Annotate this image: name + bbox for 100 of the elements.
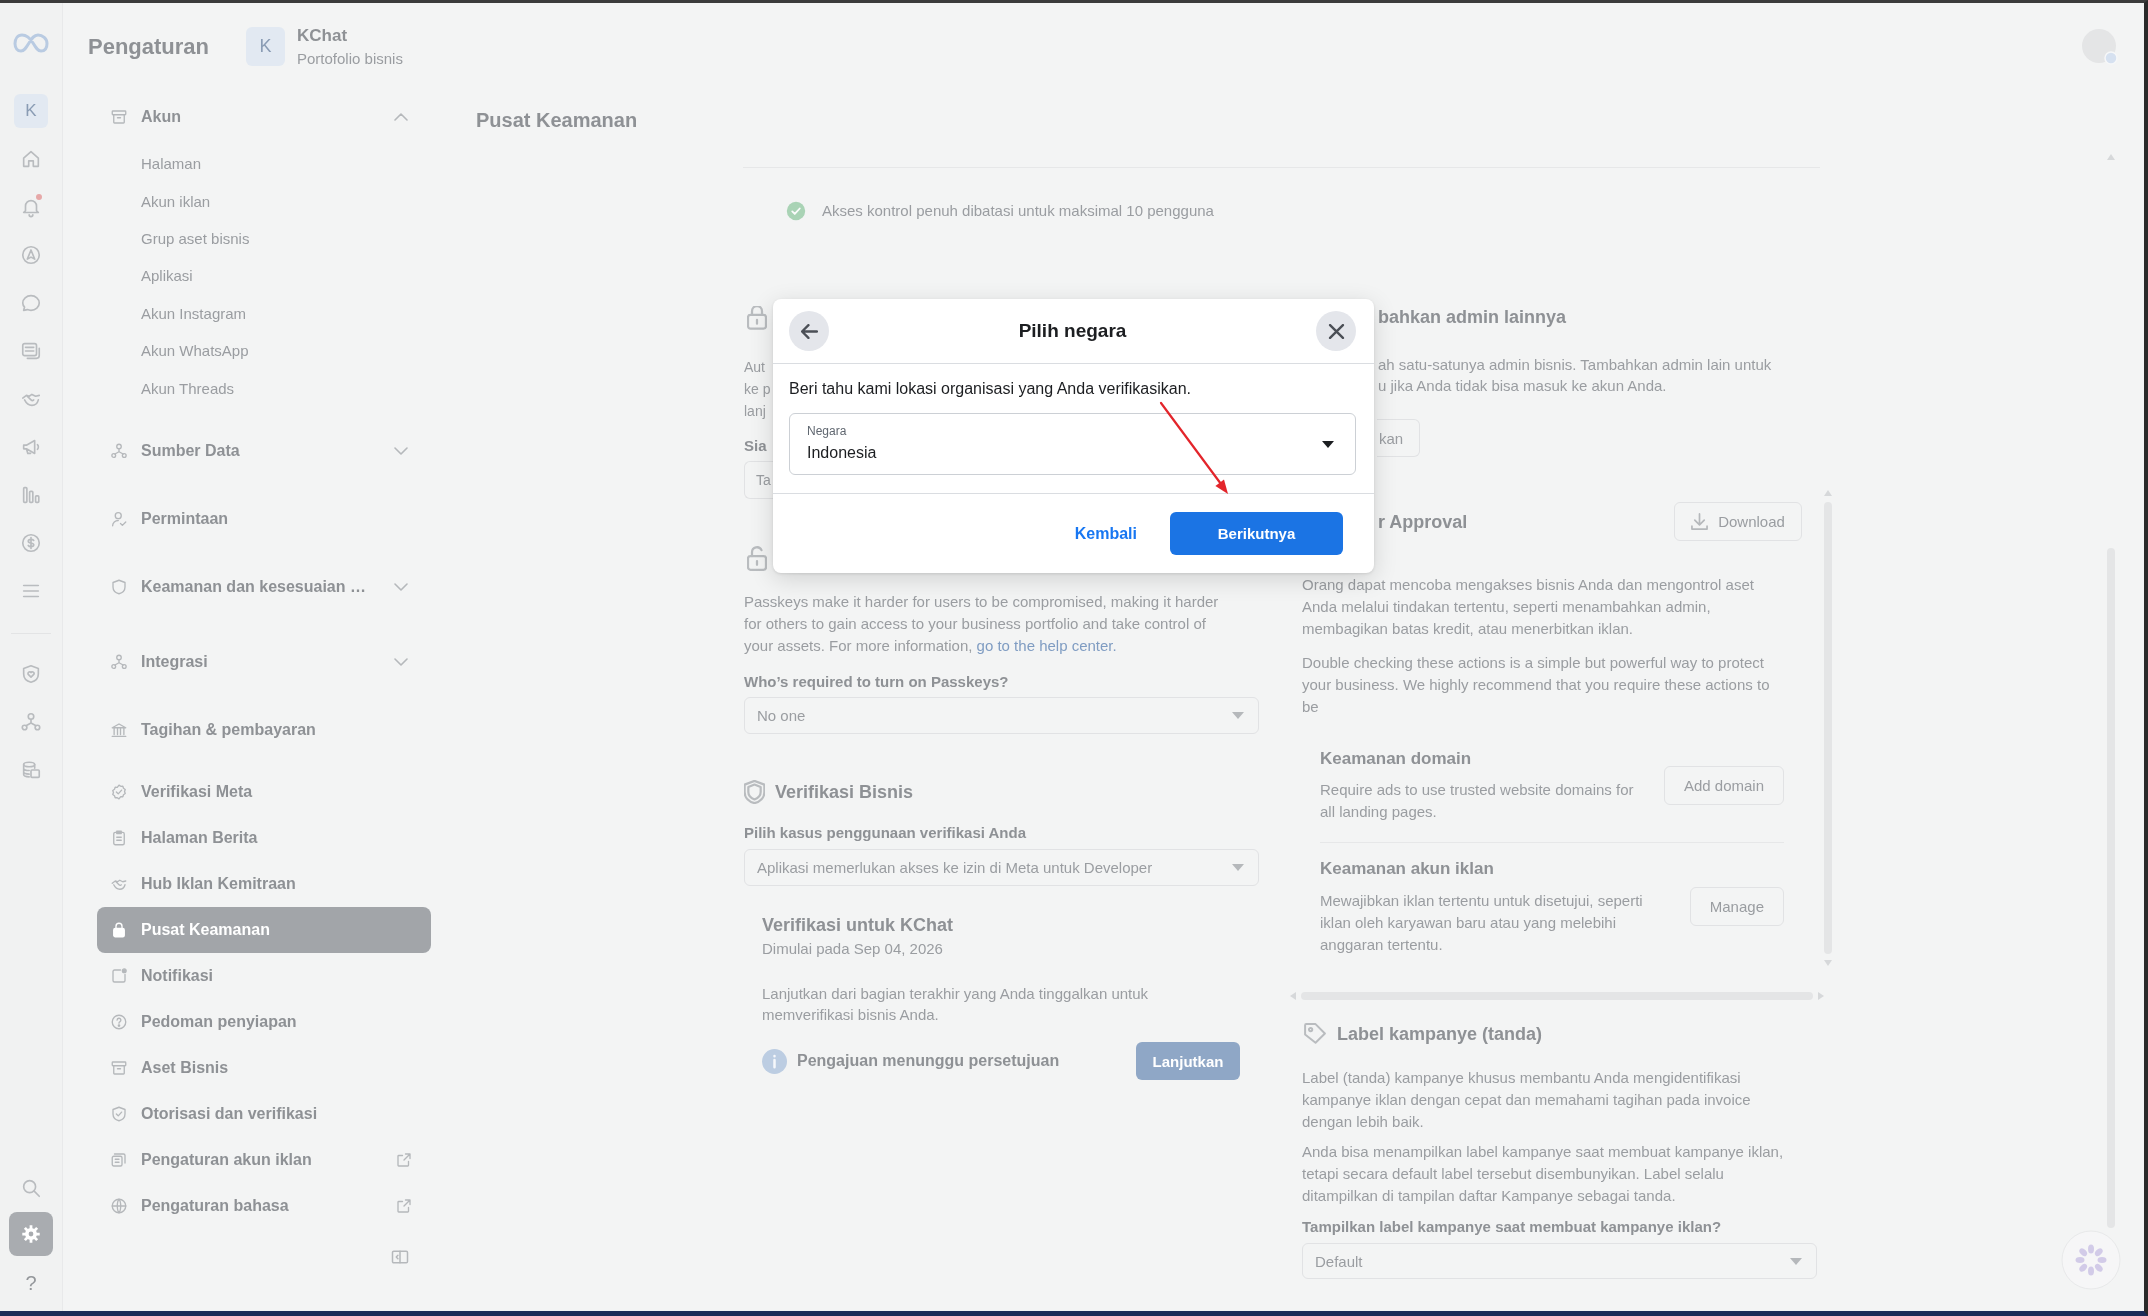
sidebar-item[interactable]: Permintaan bbox=[97, 495, 431, 542]
sidebar-item[interactable]: Aset Bisnis bbox=[97, 1044, 431, 1091]
field-label: Who’s required to turn on Passkeys? bbox=[744, 672, 1009, 692]
sidebar-item[interactable]: Sumber Data bbox=[97, 427, 431, 474]
outline-button[interactable]: Manage bbox=[1689, 887, 1784, 926]
scroll-right-arrow-icon[interactable] bbox=[1818, 992, 1824, 1000]
page-title: Pusat Keamanan bbox=[476, 108, 638, 133]
archive-icon bbox=[110, 1058, 128, 1077]
paragraph: Anda bisa menampilkan label kampanye saat membuat kampanye iklan, tetapi secara default label tersebut disembunyikan. Label selalu ditampilkan di tampilan daftar Kampanye sebagai tanda. bbox=[1302, 1142, 1784, 1206]
scroll-up-arrow-icon[interactable] bbox=[2107, 154, 2115, 160]
compass-icon[interactable] bbox=[20, 244, 42, 266]
country-select[interactable]: Negara Indonesia bbox=[789, 413, 1356, 475]
section-heading: bahkan admin lainnya bbox=[1378, 306, 1567, 329]
sidebar-item[interactable]: Akun bbox=[97, 94, 431, 140]
sidebar-item[interactable]: Pengaturan bahasa bbox=[97, 1182, 431, 1229]
settings-icon[interactable] bbox=[9, 1212, 53, 1256]
field-label: Pilih kasus penggunaan verifikasi Anda bbox=[744, 823, 1027, 843]
sidebar-subitem[interactable]: Akun iklan bbox=[97, 182, 431, 220]
sidebar-item[interactable]: Integrasi bbox=[97, 638, 431, 685]
dropdown-field[interactable]: No one bbox=[744, 697, 1259, 734]
bar-chart-icon[interactable] bbox=[20, 484, 42, 506]
close-icon bbox=[1327, 323, 1345, 339]
back-button[interactable] bbox=[789, 311, 829, 351]
sidebar-subitem[interactable]: Grup aset bisnis bbox=[97, 219, 431, 258]
chevron-down-icon[interactable] bbox=[394, 446, 408, 455]
business-avatar[interactable]: K bbox=[14, 94, 48, 128]
external-link-icon bbox=[395, 1150, 413, 1169]
sidebar-item[interactable]: Halaman Berita bbox=[97, 814, 431, 861]
sidebar-subitem[interactable]: Akun WhatsApp bbox=[97, 331, 431, 370]
caret-icon bbox=[1232, 864, 1244, 871]
card-title: Verifikasi untuk KChat bbox=[762, 914, 954, 937]
notice-text: Akses kontrol penuh dibatasi untuk maksimal 10 pengguna bbox=[822, 201, 1214, 221]
help-button[interactable]: ? bbox=[25, 1270, 37, 1296]
chevron-up-icon[interactable] bbox=[394, 113, 408, 121]
info-icon bbox=[762, 1048, 787, 1074]
download-icon bbox=[1691, 513, 1709, 530]
network-icon[interactable] bbox=[20, 711, 42, 733]
help-circle-icon bbox=[110, 1012, 128, 1031]
scroll-up-arrow-icon[interactable] bbox=[1824, 490, 1832, 496]
scroll-down-arrow-icon[interactable] bbox=[1824, 960, 1832, 966]
section-heading: Verifikasi Bisnis bbox=[775, 781, 914, 804]
sidebar-item[interactable]: Pengaturan akun iklan bbox=[97, 1136, 431, 1183]
lock-icon bbox=[110, 920, 128, 939]
close-button[interactable] bbox=[1316, 311, 1356, 351]
profile-avatar[interactable] bbox=[2082, 29, 2118, 65]
sidebar-item[interactable]: Verifikasi Meta bbox=[97, 768, 431, 815]
chevron-down-icon[interactable] bbox=[394, 657, 408, 666]
sidebar-subitem[interactable]: Akun Threads bbox=[97, 369, 431, 407]
database-icon[interactable] bbox=[20, 759, 42, 781]
item-title: Keamanan domain bbox=[1320, 748, 1472, 770]
scroll-left-arrow-icon[interactable] bbox=[1290, 992, 1296, 1000]
check-circle-icon bbox=[786, 201, 806, 221]
paragraph: Passkeys make it harder for users to be compromised, making it harder for others to gain access to your business portfolio and take control of your assets. For more information, go to the help center. bbox=[744, 592, 1220, 656]
paragraph: ah satu-satunya admin bisnis. Tambahkan admin lain untuk u jika Anda tidak bisa masuk ke akun Anda. bbox=[1378, 355, 1772, 396]
sidebar-subitem[interactable]: Akun Instagram bbox=[97, 294, 431, 332]
business-name: KChat bbox=[297, 26, 348, 46]
paragraph: Orang dapat mencoba mengakses bisnis Anda dan mengontrol aset Anda melalui tindakan tertentu, seperti menambahkan admin, membagikan batas kredit, atau menerbitkan iklan. bbox=[1302, 575, 1754, 639]
item-description: Mewajibkan iklan tertentu untuk disetujui, seperti iklan oleh karyawan baru atau yang melebihi anggaran tertentu. bbox=[1320, 891, 1643, 955]
link-button[interactable]: Kembali bbox=[1074, 512, 1137, 555]
sidebar-item[interactable]: Hub Iklan Kemitraan bbox=[97, 860, 431, 907]
infinity-logo-icon[interactable] bbox=[13, 33, 49, 53]
business-subtitle: Portofolio bisnis bbox=[297, 49, 403, 69]
sidebar-item[interactable]: Pusat Keamanan bbox=[97, 906, 431, 953]
sidebar-item[interactable]: Notifikasi bbox=[97, 952, 431, 999]
shield-icon bbox=[744, 780, 765, 804]
shield-heart-icon[interactable] bbox=[20, 663, 42, 685]
archive-icon bbox=[110, 108, 128, 126]
newspaper-icon[interactable] bbox=[20, 340, 42, 362]
person-check-icon bbox=[110, 509, 128, 528]
dialog-title: Pilih negara bbox=[1017, 320, 1128, 342]
sidebar-item[interactable]: Pedoman penyiapan bbox=[97, 998, 431, 1045]
paragraph: Lanjutkan dari bagian terakhir yang Anda tinggalkan untuk memverifikasi bisnis Anda. bbox=[762, 984, 1149, 1025]
outline-button[interactable]: Add domain bbox=[1663, 765, 1784, 805]
sidebar-item[interactable]: Tagihan & pembayaran bbox=[97, 706, 431, 753]
settings-title: Pengaturan bbox=[88, 33, 211, 61]
sidebar-item[interactable]: Otorisasi dan verifikasi bbox=[97, 1090, 431, 1137]
status-text: Pengajuan menunggu persetujuan bbox=[797, 1052, 1061, 1070]
home-icon[interactable] bbox=[20, 148, 42, 170]
business-avatar[interactable]: K bbox=[246, 27, 285, 66]
network-icon bbox=[110, 441, 128, 460]
dropdown-field[interactable]: Default bbox=[1302, 1243, 1817, 1279]
search-icon[interactable] bbox=[20, 1177, 42, 1199]
primary-button[interactable]: Lanjutkan bbox=[1136, 1042, 1240, 1080]
dropdown-field[interactable]: Aplikasi memerlukan akses ke izin di Meta untuk Developer bbox=[744, 849, 1259, 886]
help-center-link[interactable]: go to the help center. bbox=[976, 637, 1117, 654]
outline-button[interactable]: kan bbox=[1377, 419, 1421, 457]
section-heading: Label kampanye (tanda) bbox=[1337, 1023, 1543, 1046]
download-button[interactable]: Download bbox=[1674, 502, 1802, 541]
chevron-down-icon[interactable] bbox=[394, 582, 408, 591]
sidebar-item[interactable]: Keamanan dan kesesuaian … bbox=[97, 563, 431, 610]
paragraph: Label (tanda) kampanye khusus membantu Anda mengidentifikasi kampanye iklan dengan cepat dan memahami tagihan pada invoice dengan lebih baik. bbox=[1302, 1068, 1751, 1132]
caret-icon bbox=[1232, 712, 1244, 719]
lock-icon bbox=[747, 306, 767, 330]
chat-bubble-icon[interactable] bbox=[20, 292, 42, 314]
primary-button[interactable]: Berikutnya bbox=[1170, 512, 1343, 555]
sidebar-subitem[interactable]: Halaman bbox=[97, 145, 431, 183]
notification-icon bbox=[110, 966, 128, 985]
sidebar-subitem[interactable]: Aplikasi bbox=[97, 257, 431, 295]
dollar-icon[interactable] bbox=[20, 532, 42, 554]
left-arrow-icon bbox=[800, 323, 818, 339]
